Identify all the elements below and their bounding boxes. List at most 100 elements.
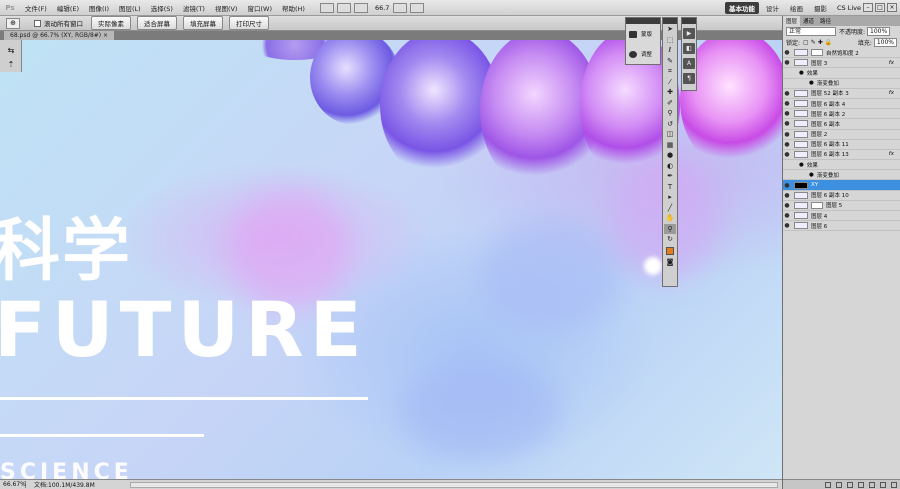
visibility-eye-icon[interactable]: ● bbox=[783, 100, 791, 107]
layer-row[interactable]: ● 渐变叠加 bbox=[783, 79, 900, 89]
healing-brush-icon[interactable]: ✚ bbox=[664, 87, 676, 98]
visibility-eye-icon[interactable]: ● bbox=[783, 59, 791, 66]
rotate-view-icon[interactable]: ↻ bbox=[664, 234, 676, 245]
character-panel-icon[interactable]: A bbox=[683, 58, 695, 69]
layer-row[interactable]: ● 图层 2 bbox=[783, 130, 900, 140]
visibility-eye-icon[interactable]: ● bbox=[783, 110, 791, 117]
layer-effects-icon[interactable]: fx bbox=[889, 90, 894, 96]
layer-row[interactable]: ● 图层 6 副本 4 bbox=[783, 99, 900, 110]
layer-effects-icon[interactable]: fx bbox=[889, 60, 894, 66]
dodge-tool-icon[interactable]: ◐ bbox=[664, 161, 676, 172]
menu-edit[interactable]: 编辑(E) bbox=[52, 3, 84, 13]
delete-layer-icon[interactable] bbox=[891, 481, 897, 488]
type-tool-icon[interactable]: T bbox=[664, 182, 676, 193]
new-adjustment-icon[interactable] bbox=[858, 481, 864, 488]
maximize-icon[interactable]: □ bbox=[875, 3, 885, 12]
visibility-eye-icon[interactable]: ● bbox=[783, 141, 791, 148]
menu-help[interactable]: 帮助(H) bbox=[277, 3, 310, 13]
workspace-design[interactable]: 设计 bbox=[762, 2, 783, 14]
zoom-tool-icon[interactable]: ⊕ bbox=[6, 17, 20, 29]
cs-live-button[interactable]: CS Live bbox=[837, 4, 861, 12]
visibility-eye-icon[interactable]: ● bbox=[783, 222, 791, 229]
screen-mode-icon[interactable] bbox=[410, 2, 425, 13]
document-tab[interactable]: 68.psd @ 66.7% (XY, RGB/8#) × bbox=[4, 31, 115, 40]
add-mask-icon[interactable] bbox=[847, 481, 853, 488]
fit-screen-button[interactable]: 适合屏幕 bbox=[137, 16, 177, 30]
tab-channels[interactable]: 通道 bbox=[800, 16, 817, 26]
layer-effects-icon[interactable]: fx bbox=[889, 151, 894, 157]
layer-row[interactable]: ● 图层 3 fx bbox=[783, 58, 900, 69]
marquee-tool-icon[interactable]: ⬚ bbox=[664, 35, 676, 46]
adjustments-panel-button[interactable]: 调整 bbox=[626, 44, 660, 64]
tool-preset-icon[interactable]: ⇆ bbox=[4, 46, 18, 56]
fill-input[interactable]: 100% bbox=[873, 38, 897, 47]
layer-row[interactable]: ● 自然饱和度 2 bbox=[783, 48, 900, 59]
visibility-eye-icon[interactable]: ● bbox=[783, 131, 791, 138]
gradient-tool-icon[interactable]: ▦ bbox=[664, 140, 676, 151]
zoom-tool-icon[interactable]: ⚲ bbox=[664, 223, 676, 234]
actions-panel-icon[interactable]: ◧ bbox=[683, 43, 695, 54]
effect-eye-icon[interactable]: ● bbox=[799, 162, 804, 168]
arrange-docs-icon[interactable] bbox=[393, 2, 408, 13]
horizontal-scrollbar[interactable] bbox=[130, 481, 778, 488]
link-layers-icon[interactable] bbox=[825, 481, 831, 488]
menu-select[interactable]: 选择(S) bbox=[146, 3, 178, 13]
workspace-essentials[interactable]: 基本功能 bbox=[724, 1, 759, 14]
clone-stamp-icon[interactable]: ⚲ bbox=[664, 108, 676, 119]
visibility-eye-icon[interactable]: ● bbox=[783, 182, 791, 189]
fill-screen-button[interactable]: 填充屏幕 bbox=[183, 16, 223, 30]
blur-tool-icon[interactable]: ● bbox=[664, 150, 676, 161]
zoom-level[interactable]: 66.7 bbox=[375, 4, 389, 12]
layer-row[interactable]: ● 图层 5 bbox=[783, 201, 900, 211]
minimize-icon[interactable]: – bbox=[863, 3, 873, 12]
brush-tool-icon[interactable]: ✐ bbox=[664, 98, 676, 109]
layer-row[interactable]: ● 图层 6 bbox=[783, 221, 900, 232]
masks-panel-button[interactable]: 蒙版 bbox=[626, 24, 660, 44]
layer-row[interactable]: ● 图层 6 副本 bbox=[783, 119, 900, 130]
quick-select-tool-icon[interactable]: ✎ bbox=[664, 56, 676, 67]
new-group-icon[interactable] bbox=[869, 481, 875, 488]
menu-file[interactable]: 文件(F) bbox=[20, 3, 52, 13]
path-select-icon[interactable]: ▸ bbox=[664, 192, 676, 203]
eraser-tool-icon[interactable]: ◫ bbox=[664, 129, 676, 140]
visibility-eye-icon[interactable]: ● bbox=[783, 202, 791, 209]
print-size-button[interactable]: 打印尺寸 bbox=[229, 16, 269, 30]
add-style-icon[interactable] bbox=[836, 481, 842, 488]
actual-pixels-button[interactable]: 实际像素 bbox=[91, 16, 131, 30]
foreground-color-swatch[interactable] bbox=[666, 246, 674, 255]
menu-window[interactable]: 窗口(W) bbox=[242, 3, 277, 13]
layer-row[interactable]: ● 图层 6 副本 13 fx bbox=[783, 150, 900, 161]
paragraph-panel-icon[interactable]: ¶ bbox=[683, 73, 695, 84]
new-layer-icon[interactable] bbox=[880, 481, 886, 488]
crop-tool-icon[interactable]: ⌗ bbox=[664, 66, 676, 77]
visibility-eye-icon[interactable]: ● bbox=[783, 90, 791, 97]
close-icon[interactable]: × bbox=[887, 3, 897, 12]
effect-eye-icon[interactable]: ● bbox=[809, 172, 814, 178]
pen-tool-icon[interactable]: ✒ bbox=[664, 171, 676, 182]
lasso-tool-icon[interactable]: ℓ bbox=[664, 45, 676, 56]
lock-icons[interactable]: ▢✎✚🔒 bbox=[803, 39, 834, 46]
menu-view[interactable]: 视图(V) bbox=[210, 3, 243, 13]
status-zoom[interactable]: 66.67% bbox=[0, 481, 26, 488]
visibility-eye-icon[interactable]: ● bbox=[783, 120, 791, 127]
history-panel-icon[interactable]: ▶ bbox=[683, 28, 695, 39]
workspace-photography[interactable]: 摄影 bbox=[810, 2, 831, 14]
tab-paths[interactable]: 路径 bbox=[817, 16, 834, 26]
visibility-eye-icon[interactable]: ● bbox=[783, 49, 791, 56]
tab-layers[interactable]: 图层 bbox=[783, 16, 801, 26]
layer-row[interactable]: ● XY bbox=[783, 180, 900, 191]
layer-row[interactable]: ● 图层 6 副本 10 bbox=[783, 191, 900, 201]
shape-tool-icon[interactable]: ╱ bbox=[664, 203, 676, 214]
panel-header[interactable] bbox=[682, 18, 696, 24]
bridge-icon[interactable] bbox=[319, 2, 334, 13]
effect-eye-icon[interactable]: ● bbox=[799, 70, 804, 76]
workspace-painting[interactable]: 绘画 bbox=[786, 2, 807, 14]
history-brush-icon[interactable]: ↺ bbox=[664, 119, 676, 130]
blend-mode-select[interactable]: 正常 bbox=[786, 27, 836, 36]
opacity-input[interactable]: 100% bbox=[867, 27, 891, 36]
layer-row[interactable]: ● 图层 6 副本 11 bbox=[783, 140, 900, 150]
effect-eye-icon[interactable]: ● bbox=[809, 80, 814, 86]
minibridge-icon[interactable] bbox=[336, 2, 351, 13]
move-tool-icon[interactable]: ➤ bbox=[664, 24, 676, 35]
hand-tool-icon[interactable] bbox=[353, 2, 368, 13]
